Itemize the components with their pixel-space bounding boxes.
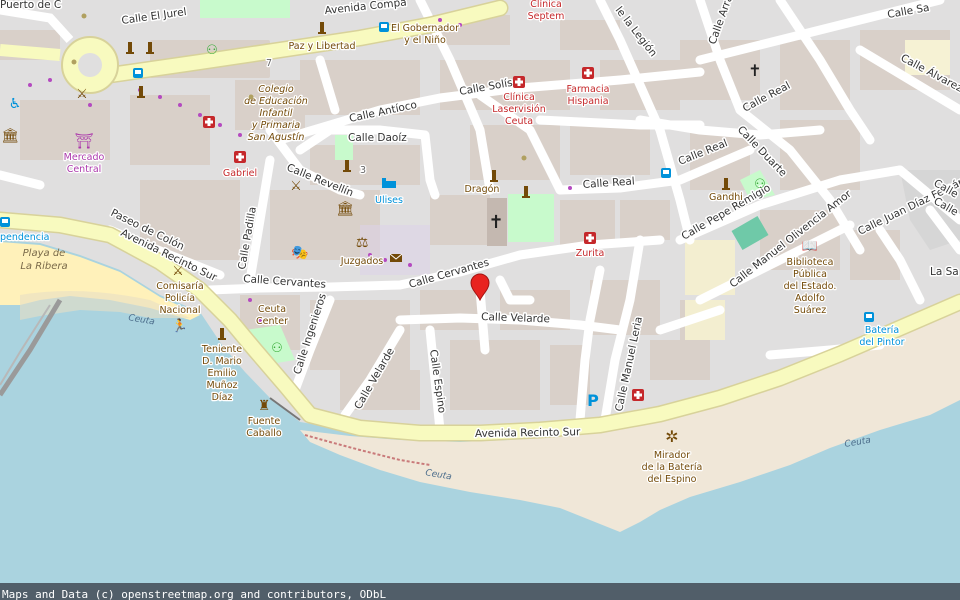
label-puerto-de-ceuta: Puerto de C bbox=[0, 0, 61, 11]
market-icon: ⛩ bbox=[74, 132, 93, 150]
label-la-sa: La Sa bbox=[930, 266, 959, 278]
church-icon: ✝ bbox=[748, 61, 761, 80]
label-biblioteca-5: Suárez bbox=[794, 305, 826, 316]
courthouse-icon: ⚖ bbox=[356, 235, 369, 251]
bus-stop-icon bbox=[661, 168, 671, 178]
label-teniente-4: Muñoz bbox=[206, 380, 237, 391]
label-paz-y-libertad: Paz y Libertad bbox=[288, 41, 355, 52]
label-teniente-1: Teniente bbox=[201, 344, 242, 355]
label-el-gobernador-1: El Gobernador bbox=[391, 23, 459, 34]
bus-stop-icon bbox=[0, 217, 10, 227]
label-comisaria-1: Comisaría bbox=[156, 281, 203, 292]
label-comisaria-3: Nacional bbox=[159, 305, 200, 316]
label-ulises: Ulises bbox=[375, 195, 403, 206]
library-icon: 📖 bbox=[802, 239, 818, 254]
viewpoint-icon: ✲ bbox=[665, 427, 678, 446]
playground-icon: ⚇ bbox=[206, 43, 218, 58]
label-number-3: 3 bbox=[360, 165, 366, 176]
label-playa-2: La Ribera bbox=[20, 261, 67, 272]
theatre-icon: 🎭 bbox=[291, 245, 308, 261]
map-canvas[interactable]: Avenida Recinto Sur Avenida Recinto Sur … bbox=[0, 0, 960, 600]
label-el-gobernador-2: y el Niño bbox=[404, 35, 446, 46]
label-mercado-central-1: Mercado bbox=[64, 152, 105, 163]
pharmacy-icon bbox=[234, 151, 246, 163]
label-biblioteca-4: Adolfo bbox=[795, 293, 825, 304]
toilets-icon: ♿ bbox=[9, 96, 22, 112]
memorial-icon: ⚔ bbox=[76, 87, 88, 102]
plaza-area bbox=[360, 225, 430, 275]
playground-icon: ⚇ bbox=[754, 177, 766, 192]
label-juzgados: Juzgados bbox=[340, 256, 384, 267]
label-independencia: pendencia bbox=[0, 232, 49, 243]
label-number-7: 7 bbox=[266, 58, 272, 69]
bus-stop-icon bbox=[379, 22, 389, 32]
label-dragon: Dragón bbox=[465, 184, 500, 195]
label-gandhi: Gandhi bbox=[709, 192, 743, 203]
bus-stop-icon bbox=[864, 312, 874, 322]
label-clinica-laservision-2: Laservisión bbox=[492, 104, 546, 115]
pharmacy-icon bbox=[584, 232, 596, 244]
label-clinica-septem-1: Clínica bbox=[530, 0, 562, 10]
label-clinica-septem-2: Septem bbox=[528, 11, 565, 22]
label-gabriel: Gabriel bbox=[223, 168, 257, 179]
pharmacy-icon bbox=[582, 67, 594, 79]
bus-stop-icon bbox=[133, 68, 143, 78]
label-zurita: Zurita bbox=[576, 248, 605, 259]
attribution-text[interactable]: Maps and Data (c) openstreetmap.org and … bbox=[0, 588, 386, 600]
label-avenida-recinto-sur-south: Avenida Recinto Sur bbox=[475, 426, 581, 440]
playground-icon: ⚇ bbox=[271, 341, 283, 356]
label-ceuta-center-2: Center bbox=[256, 316, 288, 327]
hospital-icon bbox=[513, 76, 525, 88]
label-bateria-pintor-1: Batería bbox=[865, 325, 899, 336]
label-farmacia-hispania-2: Hispania bbox=[567, 96, 608, 107]
label-colegio-4: y Primaria bbox=[251, 120, 301, 131]
museum-icon: 🏛 bbox=[336, 200, 354, 217]
museum-icon: 🏛 bbox=[1, 127, 19, 144]
label-fuente-caballo-1: Fuente bbox=[248, 416, 281, 427]
label-biblioteca-3: del Estado. bbox=[784, 281, 837, 292]
post-office-icon bbox=[389, 253, 403, 262]
label-colegio-1: Colegio bbox=[258, 84, 294, 95]
attribution-bar: Maps and Data (c) openstreetmap.org and … bbox=[0, 583, 960, 600]
label-colegio-2: de Educación bbox=[244, 96, 308, 107]
label-clinica-laservision-1: Clínica bbox=[503, 92, 535, 103]
parking-icon: P bbox=[587, 391, 599, 410]
label-playa-1: Playa de bbox=[23, 248, 66, 259]
label-colegio-5: San Agustín bbox=[248, 132, 305, 143]
label-calle-velarde: Calle Velarde bbox=[481, 311, 550, 325]
castle-icon: ♜ bbox=[258, 398, 271, 414]
label-biblioteca-1: Biblioteca bbox=[787, 257, 834, 268]
label-mirador-1: Mirador bbox=[654, 450, 690, 461]
label-mercado-central-2: Central bbox=[67, 164, 102, 175]
label-comisaria-2: Policía bbox=[165, 293, 195, 304]
label-mirador-3: del Espino bbox=[648, 474, 697, 485]
memorial-icon: ⚔ bbox=[290, 179, 302, 194]
roundabout-center bbox=[78, 53, 102, 77]
label-clinica-laservision-3: Ceuta bbox=[505, 116, 533, 127]
fitness-icon: 🏃 bbox=[172, 318, 188, 334]
label-biblioteca-2: Pública bbox=[793, 269, 827, 280]
label-teniente-3: Emilio bbox=[208, 368, 237, 379]
label-calle-daoiz: Calle Daoíz bbox=[348, 132, 407, 144]
label-ceuta-center-1: Ceuta bbox=[258, 304, 286, 315]
hospital-icon bbox=[632, 389, 644, 401]
road-west bbox=[0, 44, 61, 61]
map-view[interactable]: Avenida Recinto Sur Avenida Recinto Sur … bbox=[0, 0, 960, 600]
label-fuente-caballo-2: Caballo bbox=[246, 428, 282, 439]
label-teniente-5: Díaz bbox=[212, 392, 233, 403]
hospital-icon bbox=[203, 116, 215, 128]
label-mirador-2: de la Batería bbox=[642, 462, 703, 473]
church-icon: ✝ bbox=[488, 212, 503, 233]
police-icon: ⚔ bbox=[172, 264, 184, 279]
label-bateria-pintor-2: del Pintor bbox=[859, 337, 904, 348]
label-farmacia-hispania-1: Farmacia bbox=[567, 84, 610, 95]
label-teniente-2: D. Mario bbox=[202, 356, 242, 367]
label-colegio-3: Infantil bbox=[259, 108, 292, 119]
